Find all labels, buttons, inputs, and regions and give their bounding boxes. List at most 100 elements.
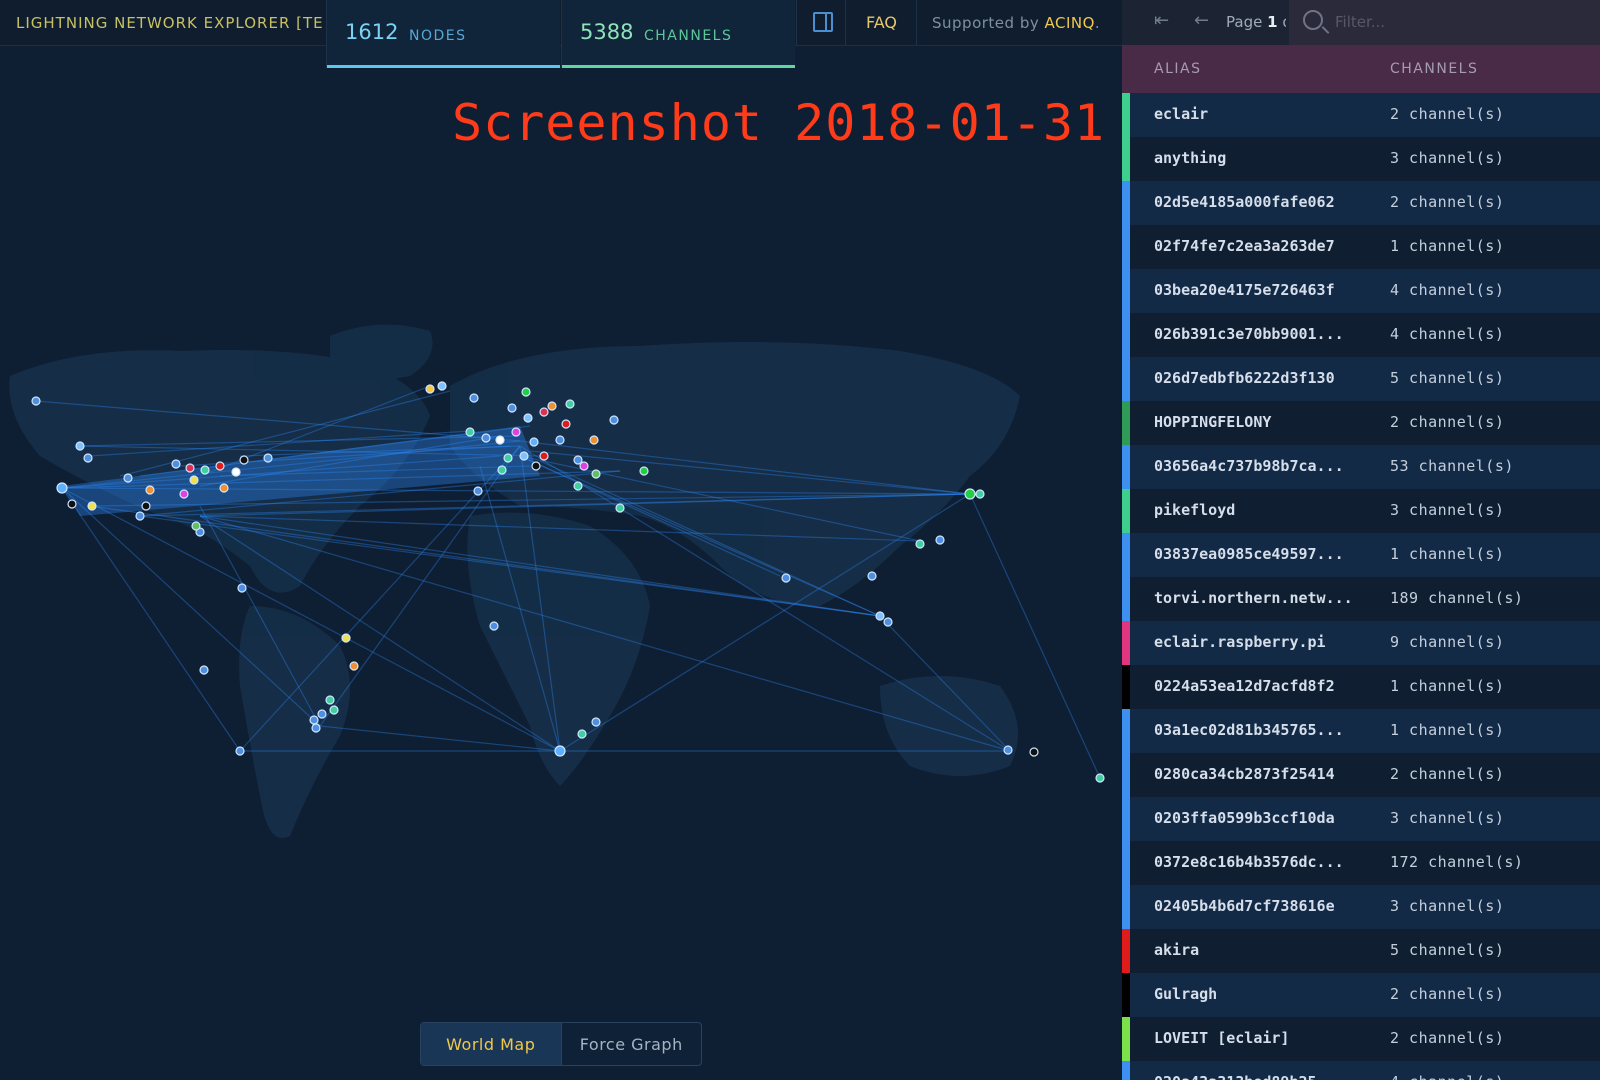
node-marker[interactable] bbox=[87, 501, 97, 511]
table-row[interactable]: 026d7edbfb6222d3f130 5 channel(s) bbox=[1122, 357, 1600, 401]
node-marker[interactable] bbox=[481, 433, 491, 443]
node-marker[interactable] bbox=[529, 437, 539, 447]
table-row[interactable]: 03656a4c737b98b7ca... 53 channel(s) bbox=[1122, 445, 1600, 489]
node-marker[interactable] bbox=[341, 633, 351, 643]
node-marker[interactable] bbox=[573, 481, 583, 491]
node-marker[interactable] bbox=[1029, 747, 1039, 757]
node-marker[interactable] bbox=[531, 461, 541, 471]
table-row[interactable]: anything 3 channel(s) bbox=[1122, 137, 1600, 181]
node-marker[interactable] bbox=[883, 617, 893, 627]
node-marker[interactable] bbox=[56, 482, 68, 494]
node-marker[interactable] bbox=[325, 695, 335, 705]
table-row[interactable]: LOVEIT [eclair] 2 channel(s) bbox=[1122, 1017, 1600, 1061]
table-row[interactable]: HOPPINGFELONY 2 channel(s) bbox=[1122, 401, 1600, 445]
table-row[interactable]: Gulragh 2 channel(s) bbox=[1122, 973, 1600, 1017]
node-marker[interactable] bbox=[867, 571, 877, 581]
node-marker[interactable] bbox=[317, 709, 327, 719]
node-marker[interactable] bbox=[309, 715, 319, 725]
node-marker[interactable] bbox=[189, 475, 199, 485]
node-marker[interactable] bbox=[554, 745, 566, 757]
node-marker[interactable] bbox=[915, 539, 925, 549]
node-marker[interactable] bbox=[511, 427, 521, 437]
first-page-icon[interactable]: ⇤ bbox=[1154, 10, 1169, 31]
force-graph-button[interactable]: Force Graph bbox=[560, 1023, 702, 1065]
node-marker[interactable] bbox=[555, 435, 565, 445]
node-marker[interactable] bbox=[591, 469, 601, 479]
faq-link[interactable]: FAQ bbox=[866, 13, 897, 32]
table-row[interactable]: eclair 2 channel(s) bbox=[1122, 93, 1600, 137]
node-marker[interactable] bbox=[171, 459, 181, 469]
node-marker[interactable] bbox=[469, 393, 479, 403]
table-row[interactable]: torvi.northern.netw... 189 channel(s) bbox=[1122, 577, 1600, 621]
toggle-sidebar-button[interactable] bbox=[796, 0, 846, 46]
table-row[interactable]: 02405b4b6d7cf738616e 3 channel(s) bbox=[1122, 885, 1600, 929]
node-marker[interactable] bbox=[200, 465, 210, 475]
table-row[interactable]: 02d5e4185a000fafe062 2 channel(s) bbox=[1122, 181, 1600, 225]
filter-input[interactable] bbox=[1335, 10, 1585, 34]
node-marker[interactable] bbox=[539, 407, 549, 417]
table-row[interactable]: pikefloyd 3 channel(s) bbox=[1122, 489, 1600, 533]
previous-page-icon[interactable]: ← bbox=[1194, 10, 1209, 31]
node-marker[interactable] bbox=[561, 419, 571, 429]
node-marker[interactable] bbox=[145, 485, 155, 495]
table-row[interactable]: 03bea20e4175e726463f 4 channel(s) bbox=[1122, 269, 1600, 313]
node-marker[interactable] bbox=[141, 501, 151, 511]
node-marker[interactable] bbox=[231, 467, 241, 477]
table-row[interactable]: 02f74fe7c2ea3a263de7 1 channel(s) bbox=[1122, 225, 1600, 269]
node-marker[interactable] bbox=[591, 717, 601, 727]
node-marker[interactable] bbox=[437, 381, 447, 391]
node-marker[interactable] bbox=[123, 473, 133, 483]
node-marker[interactable] bbox=[219, 483, 229, 493]
node-marker[interactable] bbox=[425, 384, 435, 394]
node-marker[interactable] bbox=[1095, 773, 1105, 783]
node-marker[interactable] bbox=[565, 399, 575, 409]
table-row[interactable]: 026b391c3e70bb9001... 4 channel(s) bbox=[1122, 313, 1600, 357]
table-row[interactable]: 0203ffa0599b3ccf10da 3 channel(s) bbox=[1122, 797, 1600, 841]
acinq-link[interactable]: ACINQ bbox=[1044, 14, 1094, 32]
node-marker[interactable] bbox=[935, 535, 945, 545]
node-marker[interactable] bbox=[489, 621, 499, 631]
node-marker[interactable] bbox=[615, 503, 625, 513]
node-marker[interactable] bbox=[964, 488, 976, 500]
node-marker[interactable] bbox=[507, 403, 517, 413]
node-marker[interactable] bbox=[975, 489, 985, 499]
node-marker[interactable] bbox=[539, 451, 549, 461]
node-marker[interactable] bbox=[31, 396, 41, 406]
node-marker[interactable] bbox=[503, 453, 513, 463]
table-row[interactable]: eclair.raspberry.pi 9 channel(s) bbox=[1122, 621, 1600, 665]
node-marker[interactable] bbox=[311, 723, 321, 733]
table-row[interactable]: 020a43a313bed89b25... 4 channel(s) bbox=[1122, 1061, 1600, 1080]
node-marker[interactable] bbox=[237, 583, 247, 593]
node-marker[interactable] bbox=[83, 453, 93, 463]
channels-column-header[interactable]: CHANNELS bbox=[1390, 61, 1478, 77]
table-row[interactable]: 03837ea0985ce49597... 1 channel(s) bbox=[1122, 533, 1600, 577]
node-marker[interactable] bbox=[875, 611, 885, 621]
world-map[interactable] bbox=[0, 46, 1122, 1080]
node-marker[interactable] bbox=[495, 435, 505, 445]
table-row[interactable]: 0372e8c16b4b3576dc... 172 channel(s) bbox=[1122, 841, 1600, 885]
alias-column-header[interactable]: ALIAS bbox=[1154, 61, 1201, 77]
node-marker[interactable] bbox=[497, 465, 507, 475]
node-marker[interactable] bbox=[781, 573, 791, 583]
node-marker[interactable] bbox=[215, 461, 225, 471]
node-marker[interactable] bbox=[349, 661, 359, 671]
node-marker[interactable] bbox=[465, 427, 475, 437]
node-marker[interactable] bbox=[199, 665, 209, 675]
node-marker[interactable] bbox=[519, 451, 529, 461]
table-row[interactable]: akira 5 channel(s) bbox=[1122, 929, 1600, 973]
node-marker[interactable] bbox=[589, 435, 599, 445]
node-marker[interactable] bbox=[191, 521, 201, 531]
node-marker[interactable] bbox=[1003, 745, 1013, 755]
node-marker[interactable] bbox=[185, 463, 195, 473]
node-marker[interactable] bbox=[473, 486, 483, 496]
table-row[interactable]: 0280ca34cb2873f25414 2 channel(s) bbox=[1122, 753, 1600, 797]
world-map-button[interactable]: World Map bbox=[421, 1023, 561, 1065]
node-marker[interactable] bbox=[609, 415, 619, 425]
node-marker[interactable] bbox=[329, 705, 339, 715]
node-marker[interactable] bbox=[521, 387, 531, 397]
node-marker[interactable] bbox=[639, 466, 649, 476]
table-row[interactable]: 0224a53ea12d7acfd8f2 1 channel(s) bbox=[1122, 665, 1600, 709]
node-marker[interactable] bbox=[75, 441, 85, 451]
node-marker[interactable] bbox=[579, 461, 589, 471]
node-marker[interactable] bbox=[523, 413, 533, 423]
